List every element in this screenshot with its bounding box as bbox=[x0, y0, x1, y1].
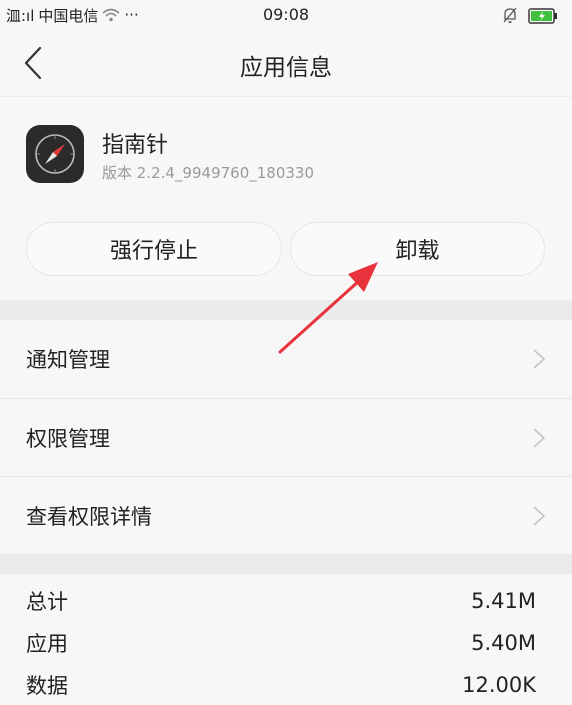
storage-row-app: 应用 5.40M bbox=[26, 628, 536, 658]
storage-value: 5.40M bbox=[471, 631, 536, 655]
menu-item-permission-management[interactable]: 权限管理 bbox=[0, 398, 572, 476]
storage-section: 总计 5.41M 应用 5.40M 数据 12.00K bbox=[0, 574, 572, 705]
force-stop-button[interactable]: 强行停止 bbox=[26, 222, 282, 276]
storage-row-total: 总计 5.41M bbox=[26, 586, 536, 616]
chevron-right-icon bbox=[533, 349, 546, 369]
compass-app-icon bbox=[26, 125, 84, 183]
storage-row-data: 数据 12.00K bbox=[26, 670, 536, 700]
menu-item-label: 通知管理 bbox=[26, 348, 110, 372]
app-header: 指南针 版本 2.2.4_9949760_180330 强行停止 卸载 bbox=[0, 96, 572, 300]
chevron-right-icon bbox=[533, 506, 546, 526]
nav-bar: 应用信息 bbox=[0, 30, 572, 96]
storage-label: 应用 bbox=[26, 632, 68, 656]
compass-icon bbox=[35, 134, 75, 174]
settings-menu: 通知管理 权限管理 查看权限详情 bbox=[0, 320, 572, 554]
menu-item-label: 权限管理 bbox=[26, 426, 110, 451]
chevron-right-icon bbox=[533, 428, 546, 448]
uninstall-button[interactable]: 卸载 bbox=[290, 222, 545, 276]
status-time: 09:08 bbox=[262, 5, 310, 24]
battery-icon bbox=[528, 7, 557, 24]
page-title: 应用信息 bbox=[240, 55, 332, 81]
app-version: 版本 2.2.4_9949760_180330 bbox=[102, 164, 314, 182]
app-name: 指南针 bbox=[102, 133, 169, 158]
mute-bell-icon bbox=[503, 7, 517, 23]
status-right bbox=[502, 7, 558, 24]
storage-label: 总计 bbox=[26, 590, 68, 614]
status-bar: 㳑:ıl 中国电信 ··· 09:08 bbox=[0, 0, 572, 30]
menu-item-label: 查看权限详情 bbox=[26, 504, 152, 529]
storage-label: 数据 bbox=[26, 674, 68, 698]
menu-item-notification-management[interactable]: 通知管理 bbox=[0, 320, 572, 398]
section-divider bbox=[0, 300, 572, 320]
section-divider bbox=[0, 554, 572, 574]
storage-value: 12.00K bbox=[462, 673, 536, 697]
menu-item-permission-details[interactable]: 查看权限详情 bbox=[0, 476, 572, 554]
storage-value: 5.41M bbox=[471, 589, 536, 613]
